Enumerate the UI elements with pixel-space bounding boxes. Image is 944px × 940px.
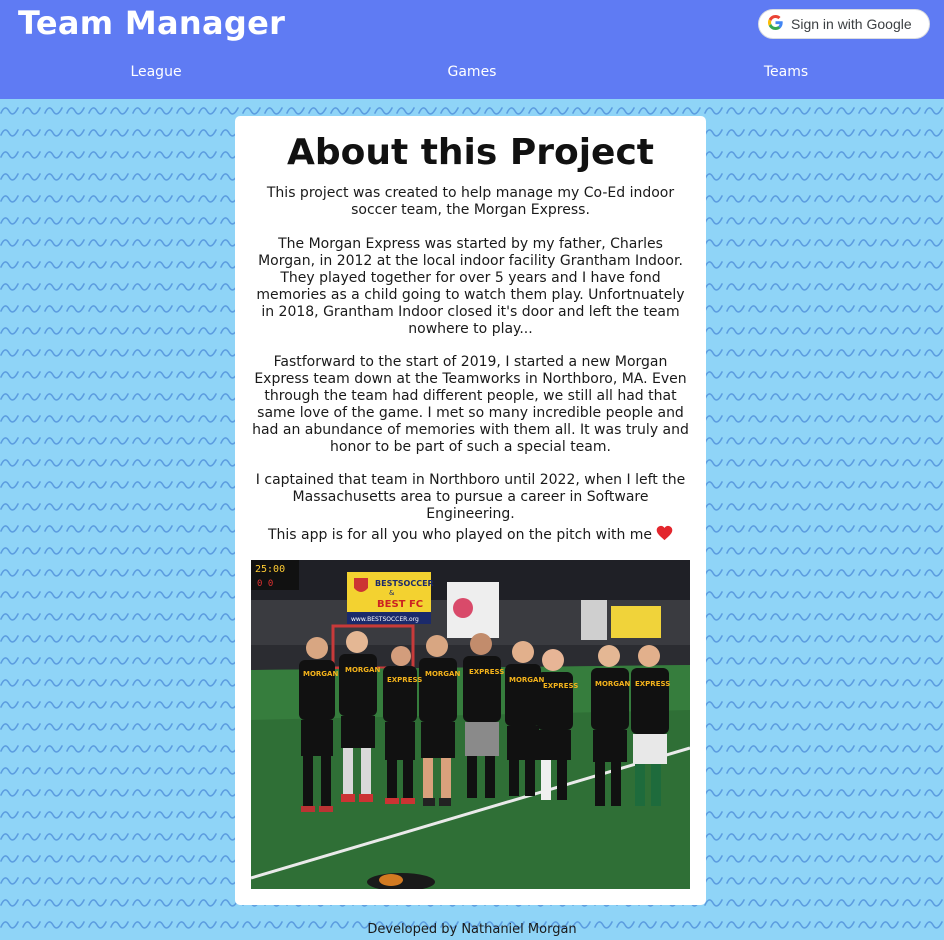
about-card: About this Project This project was crea… — [235, 116, 706, 905]
nav-item-teams[interactable]: Teams — [764, 64, 808, 80]
banner-line-1: BESTSOCCER — [375, 579, 434, 588]
about-paragraph-5: This app is for all you who played on th… — [251, 525, 690, 546]
footer-credit: Developed by Nathaniel Morgan — [367, 922, 577, 937]
shirt-text-7: EXPRESS — [543, 682, 578, 690]
nav-item-league[interactable]: League — [130, 64, 181, 80]
about-closing-text: This app is for all you who played on th… — [267, 527, 653, 543]
top-header: Team Manager Sign in with Google League … — [0, 0, 944, 99]
google-sign-in-label: Sign in with Google — [791, 16, 912, 32]
about-paragraph-3: Fastforward to the start of 2019, I star… — [252, 354, 689, 455]
google-logo-icon — [768, 14, 783, 34]
shirt-text-5: EXPRESS — [469, 668, 504, 676]
shirt-text-1: MORGAN — [303, 670, 338, 678]
banner-line-2: & — [389, 589, 395, 597]
nav-item-games[interactable]: Games — [448, 64, 497, 80]
banner-line-4: www.BESTSOCCER.org — [351, 616, 419, 623]
red-heart-icon — [656, 525, 673, 546]
google-sign-in-button[interactable]: Sign in with Google — [758, 9, 930, 39]
shirt-text-9: EXPRESS — [635, 680, 670, 688]
shirt-text-6: MORGAN — [509, 676, 544, 684]
app-title: Team Manager — [18, 4, 286, 42]
scoreboard-time: 25:00 — [255, 564, 285, 575]
banner-line-3: BEST FC — [377, 599, 423, 610]
shirt-text-4: MORGAN — [425, 670, 460, 678]
page-title: About this Project — [286, 132, 655, 173]
shirt-text-2: MORGAN — [345, 666, 380, 674]
shirt-text-8: MORGAN — [595, 680, 630, 688]
shirt-text-3: EXPRESS — [387, 676, 422, 684]
scoreboard-score: 0 0 — [257, 579, 273, 589]
main-nav: League Games Teams — [0, 64, 944, 88]
team-photo: 25:00 0 0 BESTSOCCER & BEST FC www.BESTS… — [251, 560, 690, 889]
about-paragraph-1: This project was created to help manage … — [266, 185, 675, 218]
about-paragraph-4: I captained that team in Northboro until… — [255, 472, 686, 522]
about-paragraph-2: The Morgan Express was started by my fat… — [256, 236, 685, 337]
